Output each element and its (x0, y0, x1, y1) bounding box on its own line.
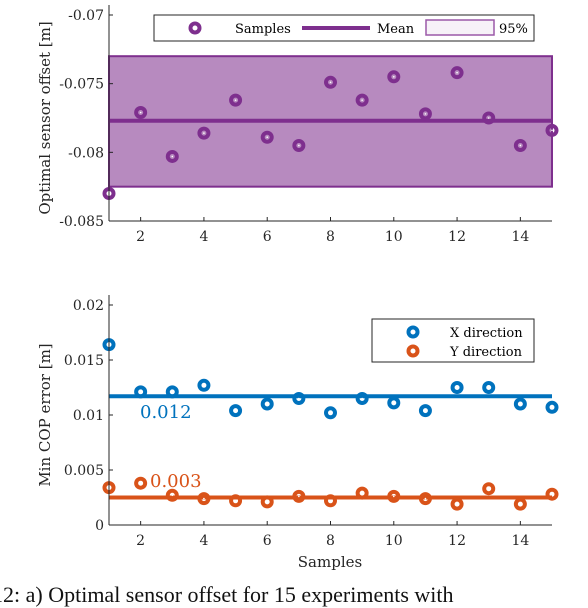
data-point-y-direction (260, 495, 274, 509)
data-point-x-direction (134, 385, 148, 399)
data-point-sample (418, 107, 432, 121)
x-tick-label: 4 (199, 229, 208, 245)
top-chart: 2 4 6 8 10 12 14 -0.085 -0.08 -0.075 -0.07 Optima… (36, 5, 559, 245)
data-point-y-direction (545, 487, 559, 501)
data-point-sample (545, 123, 559, 137)
data-point-y-direction (355, 486, 369, 500)
y-tick-label: -0.08 (68, 145, 104, 161)
data-point-x-direction (482, 381, 496, 394)
data-point-y-direction (513, 497, 527, 511)
x-tick-label: 6 (263, 229, 272, 245)
data-point-sample (450, 66, 464, 80)
y-tick-label: 0.01 (73, 408, 104, 424)
legend-label-95: 95% (499, 22, 528, 37)
y-tick-label: -0.085 (59, 214, 104, 230)
annotation-x-mean: 0.012 (140, 402, 192, 423)
x-tick-label: 2 (136, 229, 145, 245)
data-point-sample (355, 93, 369, 107)
data-point-y-direction (387, 489, 401, 503)
legend: X direction Y direction (371, 318, 535, 363)
data-point-y-direction (229, 494, 243, 508)
bottom-chart: 2 4 6 8 10 12 14 0 0.005 0.01 0.015 0.02 Min COP e… (36, 295, 559, 571)
figure: 2 4 6 8 10 12 14 -0.085 -0.08 -0.075 -0.07 Optima… (36, 5, 559, 571)
data-point-x-direction (418, 404, 432, 418)
y-tick-label: 0.015 (64, 353, 104, 369)
data-point-x-direction (229, 404, 243, 418)
data-point-x-direction (292, 392, 306, 405)
data-point-sample (482, 111, 496, 125)
y-tick-label: 0.02 (73, 298, 104, 314)
x-tick-label: 2 (136, 533, 145, 549)
data-point-y-direction (134, 476, 148, 490)
y-tick-label: 0 (95, 518, 104, 534)
data-point-y-direction (324, 494, 337, 508)
y-axis-label: Optimal sensor offset [m] (36, 21, 54, 214)
y-ticks: 0 0.005 0.01 0.015 0.02 (64, 298, 113, 534)
y-axis-label: Min COP error [m] (36, 343, 54, 486)
x-tick-label: 4 (199, 533, 208, 549)
x-tick-label: 10 (385, 229, 403, 245)
y-tick-label: -0.075 (59, 77, 104, 93)
data-point-x-direction (324, 406, 337, 420)
x-tick-label: 6 (263, 533, 272, 549)
figure-caption: 12: a) Optimal sensor offset for 15 expe… (0, 582, 454, 607)
y-tick-label: 0.005 (64, 463, 104, 479)
data-point-x-direction (513, 397, 527, 411)
data-point-y-direction (292, 489, 306, 503)
x-tick-label: 12 (448, 533, 466, 549)
annotation-y-mean: 0.003 (150, 471, 202, 492)
data-point-sample (197, 126, 211, 140)
data-point-y-direction (482, 482, 496, 496)
x-tick-label: 8 (326, 533, 335, 549)
data-point-sample (165, 149, 179, 163)
x-tick-label: 14 (511, 229, 529, 245)
data-point-sample (260, 130, 274, 144)
data-point-y-direction (450, 497, 464, 511)
x-tick-label: 10 (385, 533, 403, 549)
data-point-y-direction (197, 492, 211, 506)
data-point-y-direction (165, 488, 179, 502)
data-point-sample (229, 93, 243, 107)
data-point-x-direction (387, 396, 401, 410)
legend-label-samples: Samples (235, 22, 291, 37)
x-tick-label: 14 (511, 533, 529, 549)
y-tick-label: -0.07 (68, 8, 104, 24)
data-point-x-direction (355, 392, 369, 405)
legend-label-x: X direction (450, 326, 523, 341)
data-point-sample (324, 75, 337, 89)
data-point-x-direction (165, 385, 179, 399)
data-point-x-direction (450, 381, 464, 394)
x-tick-label: 12 (448, 229, 466, 245)
data-point-sample (134, 106, 148, 120)
data-point-x-direction (545, 400, 559, 414)
data-point-sample (387, 70, 401, 84)
data-point-sample (292, 138, 306, 152)
data-point-y-direction (418, 492, 432, 506)
data-point-x-direction (260, 397, 274, 411)
legend: Samples Mean 95% (153, 14, 535, 42)
data-point-x-direction (197, 378, 211, 392)
x-axis-label: Samples (298, 553, 362, 571)
data-point-sample (513, 138, 527, 152)
legend-label-mean: Mean (377, 22, 415, 37)
x-tick-label: 8 (326, 229, 335, 245)
legend-label-y: Y direction (449, 345, 523, 360)
legend-patch-95 (425, 19, 495, 36)
